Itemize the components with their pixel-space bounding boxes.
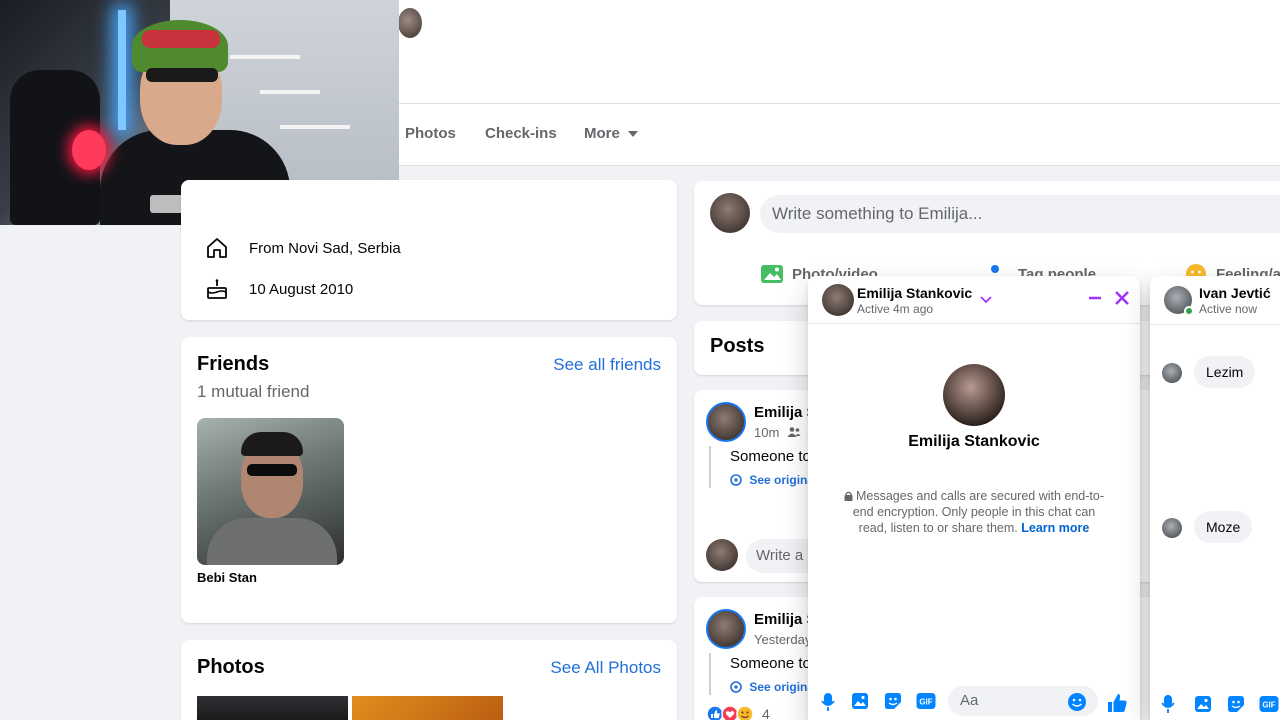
mutual-friends-count: 1 mutual friend (197, 382, 310, 401)
webcam-shelf (230, 55, 300, 59)
post-time-text: 10m (754, 425, 780, 440)
webcam-light (118, 10, 126, 130)
chat-window: Emilija Stankovic Active 4m ago Emilija … (808, 276, 1140, 720)
intro-birthday-text: 10 August 2010 (249, 280, 354, 298)
friends-audience-icon (787, 427, 801, 437)
encryption-notice: Messages and calls are secured with end-… (838, 488, 1110, 536)
learn-more-link[interactable]: Learn more (1021, 521, 1089, 535)
chat-avatar[interactable] (822, 284, 854, 316)
friend-photo[interactable] (197, 418, 344, 565)
message-bubble: Moze (1194, 511, 1253, 543)
friend-photo-sunglasses (247, 464, 297, 476)
chevron-down-icon[interactable] (980, 288, 992, 308)
friends-title: Friends (197, 353, 270, 375)
tab-check-ins[interactable]: Check-ins (485, 125, 557, 142)
thumbs-up-icon[interactable] (1106, 692, 1128, 714)
post-author-avatar[interactable] (706, 402, 746, 442)
friend-photo-body (207, 518, 337, 565)
message-avatar (1162, 518, 1182, 538)
intro-card: From Novi Sad, Serbia 10 August 2010 (181, 180, 677, 320)
webcam-shelf (260, 90, 320, 94)
chat-composer: GIF Aa (808, 684, 1140, 720)
caret-down-icon (627, 131, 638, 138)
intro-from-row: From Novi Sad, Serbia (205, 236, 401, 260)
chat-header[interactable]: Emilija Stankovic Active 4m ago (808, 276, 1140, 324)
post-divider (709, 446, 711, 488)
post-time[interactable]: 10m (754, 425, 801, 440)
tab-more-label: More (584, 125, 620, 142)
intro-birthday-row: 10 August 2010 (205, 277, 353, 301)
sticker-icon[interactable] (1227, 695, 1245, 713)
tab-photos[interactable]: Photos (405, 125, 456, 142)
intro-from-text: From Novi Sad, Serbia (249, 239, 401, 257)
minimize-icon[interactable] (1087, 288, 1103, 308)
photos-title: Photos (197, 656, 265, 678)
translate-icon (730, 681, 742, 693)
webcam-glasses (146, 68, 218, 82)
see-original-link[interactable]: See origina (730, 680, 814, 694)
post-author-avatar[interactable] (706, 609, 746, 649)
photo-thumbnail[interactable] (197, 696, 348, 720)
see-all-friends-link[interactable]: See all friends (553, 355, 661, 375)
emoji-icon[interactable] (1067, 692, 1087, 712)
post-composer-input[interactable]: Write something to Emilija... (760, 195, 1280, 233)
tab-more[interactable]: More (584, 125, 638, 142)
photo-thumbnail[interactable] (352, 696, 503, 720)
see-original-label: See origina (749, 680, 815, 694)
home-icon (207, 238, 227, 258)
chat-status: Active 4m ago (857, 302, 934, 316)
see-original-link[interactable]: See origina (730, 473, 814, 487)
message-avatar (1162, 363, 1182, 383)
image-icon[interactable] (851, 692, 869, 710)
reaction-summary[interactable]: 4 (706, 705, 770, 720)
commenter-avatar (706, 539, 738, 571)
translate-icon (730, 474, 742, 486)
gif-icon[interactable]: GIF (916, 692, 936, 710)
chat-contact-name[interactable]: Ivan Jevtić (1199, 285, 1271, 301)
close-icon[interactable] (1113, 288, 1131, 308)
posts-title: Posts (710, 335, 765, 357)
microphone-icon[interactable] (1160, 694, 1176, 714)
gif-icon[interactable]: GIF (1259, 695, 1279, 713)
online-indicator (1184, 306, 1194, 316)
composer-avatar (710, 193, 750, 233)
sticker-icon[interactable] (884, 692, 902, 710)
cake-icon (207, 279, 227, 299)
chat-status: Active now (1199, 302, 1258, 316)
image-icon[interactable] (1194, 695, 1212, 713)
see-all-photos-link[interactable]: See All Photos (550, 658, 661, 678)
reaction-icons (706, 705, 754, 720)
svg-text:GIF: GIF (1262, 701, 1275, 710)
post-text: Someone to (730, 655, 811, 672)
post-divider (709, 653, 711, 695)
chat-profile-name: Emilija Stankovic (908, 433, 1040, 450)
chat-header-divider (1150, 324, 1280, 325)
profile-avatar[interactable] (398, 8, 422, 38)
friends-card: Friends See all friends 1 mutual friend … (181, 337, 677, 623)
reaction-count: 4 (762, 706, 770, 720)
post-time[interactable]: Yesterday (754, 632, 811, 647)
friend-photo-hair (241, 432, 303, 456)
svg-text:GIF: GIF (919, 698, 932, 707)
photo-video-icon (761, 265, 783, 283)
see-original-label: See origina (749, 473, 815, 487)
message-bubble: Lezim (1194, 356, 1256, 388)
lock-icon (844, 491, 853, 501)
chat-contact-name[interactable]: Emilija Stankovic (857, 285, 972, 301)
microphone-icon[interactable] (820, 692, 836, 712)
friend-name[interactable]: Bebi Stan (197, 570, 257, 585)
chat-profile-avatar[interactable] (943, 364, 1005, 426)
webcam-goggles (142, 30, 220, 48)
post-text: Someone to (730, 448, 811, 465)
webcam-microphone (72, 130, 106, 170)
chat-window-secondary: Ivan Jevtić Active now Lezim Moze GIF (1150, 276, 1280, 720)
webcam-shelf (280, 125, 350, 129)
